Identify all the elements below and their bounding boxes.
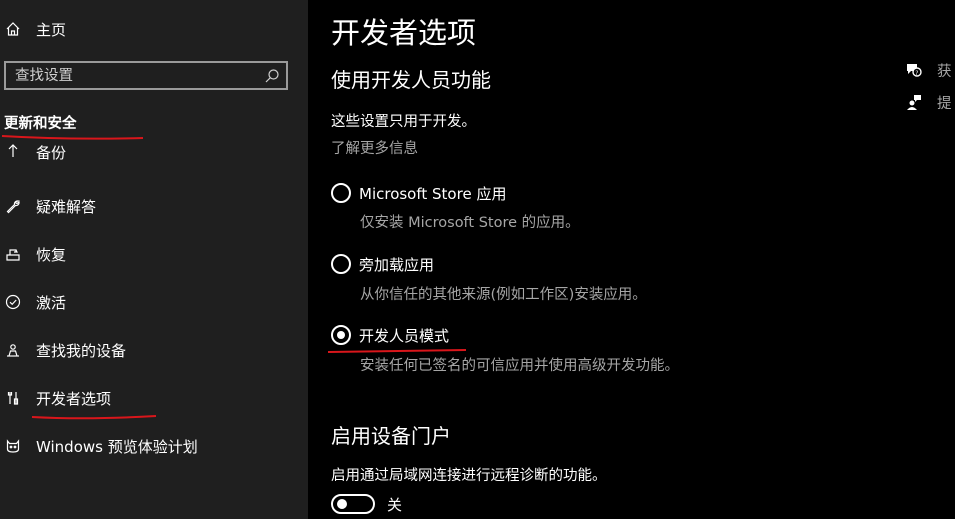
give-feedback-link[interactable]: 提: [905, 90, 955, 114]
sidebar-item-backup[interactable]: 备份: [0, 144, 300, 168]
sidebar-item-label: 恢复: [36, 245, 67, 264]
search-box: [4, 61, 288, 90]
sidebar-item-label: 查找我的设备: [36, 341, 127, 360]
give-feedback-label: 提: [937, 95, 952, 112]
annotation-underline-section: [1, 135, 144, 140]
annotation-underline-developer: [31, 415, 157, 420]
portal-section-description: 启用通过局域网连接进行远程诊断的功能。: [331, 468, 607, 484]
sidebar-item-label: 疑难解答: [36, 197, 97, 216]
get-help-label: 获: [937, 63, 952, 80]
sidebar-item-label: 开发者选项: [36, 389, 112, 408]
sidebar-item-recovery[interactable]: 恢复: [0, 239, 300, 269]
radio-description: 从你信任的其他来源(例如工作区)安装应用。: [360, 287, 647, 303]
portal-section-title: 启用设备门户: [331, 424, 451, 448]
sidebar-item-insider[interactable]: Windows 预览体验计划: [0, 431, 300, 461]
radio-label: 旁加载应用: [359, 255, 435, 274]
sidebar-item-activation[interactable]: 激活: [0, 287, 300, 317]
radio-description: 安装任何已签名的可信应用并使用高级开发功能。: [360, 358, 679, 374]
nav-home[interactable]: 主页: [0, 14, 300, 44]
svg-text:?: ?: [915, 70, 918, 77]
sidebar-item-label: 激活: [36, 293, 67, 312]
wrench-icon: [4, 197, 22, 215]
sidebar: 主页 更新和安全 备份: [0, 0, 308, 519]
search-input[interactable]: [15, 63, 255, 88]
insider-cat-icon: [4, 437, 22, 455]
radio-store-apps[interactable]: Microsoft Store 应用: [331, 181, 506, 205]
device-portal-toggle-row[interactable]: 关: [331, 492, 402, 516]
sidebar-item-label: Windows 预览体验计划: [36, 437, 198, 456]
person-pin-icon: [4, 341, 22, 359]
dev-section-description: 这些设置只用于开发。: [331, 114, 476, 130]
learn-more-link[interactable]: 了解更多信息: [331, 137, 418, 158]
radio-button-checked[interactable]: [331, 325, 351, 345]
check-circle-icon: [4, 293, 22, 311]
main-content: 开发者选项 使用开发人员功能 这些设置只用于开发。 了解更多信息 Microso…: [308, 0, 955, 519]
radio-description: 仅安装 Microsoft Store 的应用。: [360, 215, 580, 231]
home-icon: [4, 20, 22, 38]
nav-home-label: 主页: [36, 20, 67, 39]
radio-button[interactable]: [331, 254, 351, 274]
sidebar-item-label: 备份: [36, 144, 67, 162]
dev-section-title: 使用开发人员功能: [331, 68, 491, 92]
sidebar-item-find-device[interactable]: 查找我的设备: [0, 335, 300, 365]
get-help-link[interactable]: ? 获: [905, 58, 955, 82]
backup-icon: [4, 144, 22, 160]
recovery-icon: [4, 245, 22, 263]
annotation-underline-devmode: [327, 349, 467, 353]
toggle-state-label: 关: [387, 495, 403, 514]
settings-window: 主页 更新和安全 备份: [0, 0, 955, 519]
sidebar-item-troubleshoot[interactable]: 疑难解答: [0, 191, 300, 221]
radio-label: Microsoft Store 应用: [359, 184, 507, 203]
help-chat-icon: ?: [905, 61, 923, 79]
search-icon[interactable]: [264, 68, 280, 84]
page-title: 开发者选项: [331, 16, 477, 50]
feedback-person-icon: [905, 93, 923, 111]
device-portal-toggle[interactable]: [331, 494, 375, 514]
radio-sideload-apps[interactable]: 旁加载应用: [331, 252, 434, 276]
radio-button[interactable]: [331, 183, 351, 203]
developer-tools-icon: [4, 389, 22, 407]
